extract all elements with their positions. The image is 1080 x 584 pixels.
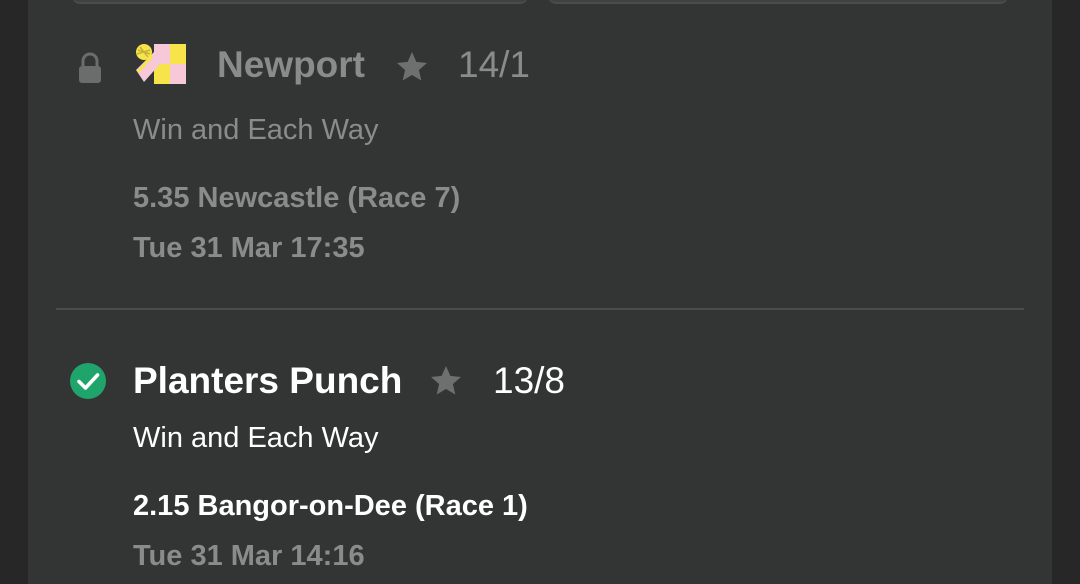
race-time: Tue 31 Mar 14:16: [133, 540, 365, 572]
star-icon[interactable]: [394, 49, 430, 85]
bet-type: Win and Each Way: [133, 114, 379, 146]
bet-item-planters-punch[interactable]: Planters Punch 13/8 Win and Each Way 2.1…: [28, 310, 1052, 584]
star-icon[interactable]: [428, 363, 464, 399]
bet-item-newport[interactable]: Newport 14/1 Win and Each Way 5.35 Newca…: [28, 0, 1052, 308]
lock-icon: [79, 52, 101, 83]
check-circle-icon: [70, 363, 106, 399]
bet-history-panel: Newport 14/1 Win and Each Way 5.35 Newca…: [28, 0, 1052, 584]
race-time: Tue 31 Mar 17:35: [133, 232, 365, 264]
bet-type: Win and Each Way: [133, 422, 379, 454]
selection-name: Planters Punch: [133, 360, 403, 401]
odds: 13/8: [493, 360, 566, 401]
odds: 14/1: [458, 44, 531, 85]
race-name: 5.35 Newcastle (Race 7): [133, 182, 461, 214]
race-name: 2.15 Bangor-on-Dee (Race 1): [133, 490, 528, 522]
jockey-silks-icon: [136, 44, 186, 84]
selection-name: Newport: [217, 44, 365, 85]
